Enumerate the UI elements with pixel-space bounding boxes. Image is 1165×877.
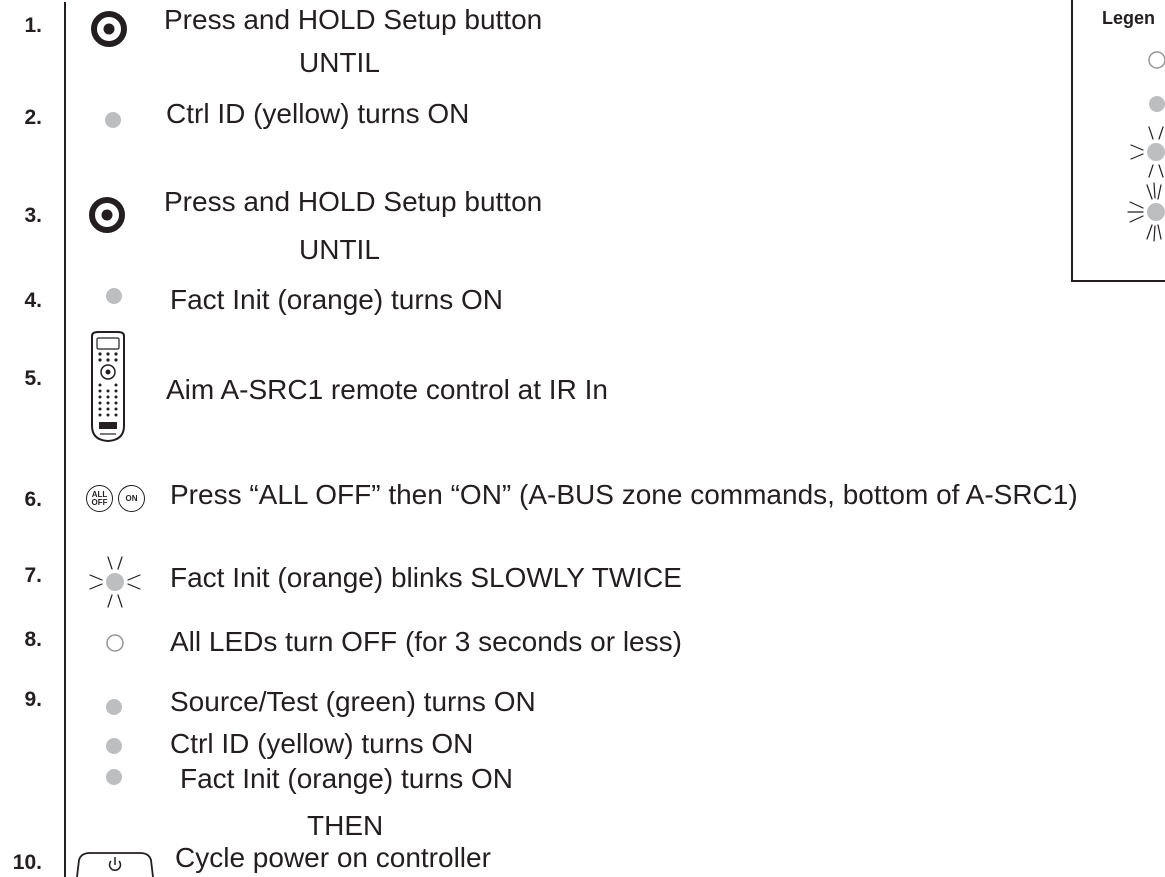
step-7-text: Fact Init (orange) blinks SLOWLY TWICE (170, 562, 682, 593)
led-on-icon (105, 112, 121, 128)
step-1-text: Press and HOLD Setup button (164, 4, 543, 35)
step-3-until: UNTIL (299, 234, 380, 265)
power-button-icon (76, 852, 154, 877)
step-9-text-2: Ctrl ID (yellow) turns ON (170, 728, 474, 759)
step-9-text-3: Fact Init (orange) turns ON (180, 763, 514, 794)
on-button-icon: ON (118, 485, 145, 512)
step-number-9: 9. (24, 688, 42, 711)
legend-title: Legen (1102, 8, 1156, 28)
step-9-text-1: Source/Test (green) turns ON (170, 686, 536, 717)
step-number-7: 7. (24, 564, 42, 587)
led-on-icon (1149, 96, 1165, 112)
step-8-text: All LEDs turn OFF (for 3 seconds or less… (170, 626, 682, 657)
led-slow-blink-icon (1130, 126, 1165, 178)
remote-control-icon (91, 331, 125, 443)
step-number-6: 6. (24, 488, 42, 511)
step-4-text: Fact Init (orange) turns ON (170, 284, 504, 315)
step-5-text: Aim A-SRC1 remote control at IR In (166, 374, 608, 405)
led-on-icon (106, 699, 122, 715)
led-on-icon (106, 769, 122, 785)
step-2-text: Ctrl ID (yellow) turns ON (166, 98, 470, 129)
step-number-3: 3. (24, 204, 42, 227)
step-3-text: Press and HOLD Setup button (164, 186, 543, 217)
step-number-10: 10. (12, 851, 42, 874)
step-number-8: 8. (24, 628, 42, 651)
led-off-icon (1148, 51, 1165, 69)
step-number-5: 5. (24, 367, 42, 390)
legend-box: Legen (1071, 0, 1165, 282)
step-number-4: 4. (24, 289, 42, 312)
led-off-icon (106, 634, 124, 652)
all-off-button-icon: ALL OFF (86, 485, 113, 512)
led-fast-blink-icon (1127, 182, 1165, 242)
setup-button-icon (91, 11, 127, 47)
setup-button-icon (89, 197, 125, 233)
step-number-1: 1. (24, 14, 42, 37)
all-off-button-bottom-label: OFF (91, 497, 108, 507)
step-number-2: 2. (24, 106, 42, 129)
step-9-then: THEN (307, 810, 384, 841)
led-on-icon (106, 288, 122, 304)
step-10-text: Cycle power on controller (175, 842, 491, 873)
led-slow-blink-icon (89, 556, 141, 608)
step-1-until: UNTIL (299, 47, 380, 78)
step-6-text: Press “ALL OFF” then “ON” (A-BUS zone co… (170, 479, 1078, 510)
on-button-label: ON (125, 494, 138, 503)
led-on-icon (106, 738, 122, 754)
step-divider-line (64, 2, 66, 877)
